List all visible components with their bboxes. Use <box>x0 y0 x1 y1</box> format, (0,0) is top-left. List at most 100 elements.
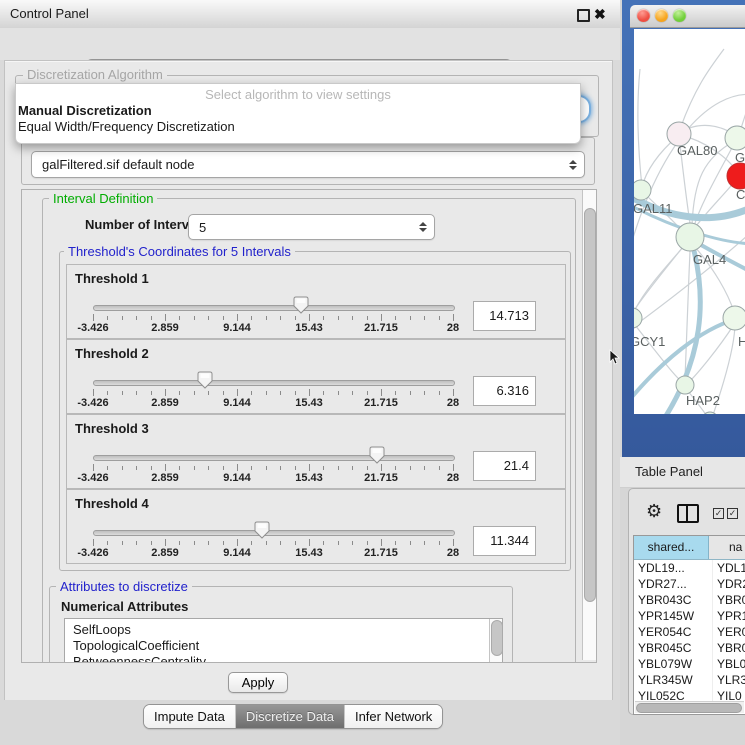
tab-impute-data[interactable]: Impute Data <box>144 705 236 728</box>
cyni-toolbox-panel: Discretization Algorithm Select algorith… <box>4 60 613 702</box>
table-panel: ⚙ ✓ ✓ shared... na YDL19...YDL1YDR27...Y… <box>628 488 745 715</box>
attributes-listbox[interactable]: SelfLoopsTopologicalCoefficientBetweenne… <box>64 618 503 663</box>
node-label-gal11: GAL11 <box>634 201 673 216</box>
gear-icon[interactable]: ⚙ <box>646 502 662 520</box>
tick-label: 21.715 <box>364 472 398 484</box>
attributes-list-scrollbar[interactable] <box>489 619 502 663</box>
network-node[interactable] <box>634 180 651 200</box>
table-header-row: shared... na <box>634 536 745 560</box>
table-row[interactable]: YBR045CYBR0 <box>634 640 745 656</box>
apply-button[interactable]: Apply <box>228 672 288 693</box>
mouse-cursor <box>609 349 621 365</box>
num-intervals-combobox[interactable]: 5 <box>188 214 435 240</box>
cell-shared-name: YDL19... <box>634 560 713 576</box>
network-node[interactable] <box>725 126 745 150</box>
threshold-label: Threshold 3 <box>75 421 149 436</box>
attribute-item-topologicalcoefficient[interactable]: TopologicalCoefficient <box>65 638 502 654</box>
table-row[interactable]: YER054CYER0 <box>634 624 745 640</box>
slider-handle[interactable] <box>293 296 309 314</box>
scrollbar-thumb[interactable] <box>584 208 596 602</box>
tick-label: 9.144 <box>223 472 251 484</box>
table-hscrollbar[interactable] <box>635 701 744 713</box>
numerical-attributes-label: Numerical Attributes <box>61 599 188 614</box>
settings-scrollbar[interactable] <box>582 190 596 660</box>
scrollbar-thumb[interactable] <box>636 703 742 713</box>
threshold-value-field[interactable]: 21.4 <box>473 451 536 481</box>
algorithm-option-equal-width-frequency-discretization[interactable]: Equal Width/Frequency Discretization <box>16 119 580 135</box>
control-panel: Control Panel ✖ NetworkStyleSelectCyni T… <box>0 0 620 745</box>
network-edge[interactable] <box>679 49 724 132</box>
network-canvas[interactable]: GAL80GACGAL11GAL4GCY1HHAP2 <box>634 29 745 414</box>
table-row[interactable]: YPR145WYPR1 <box>634 608 745 624</box>
slider-handle[interactable] <box>254 521 270 539</box>
network-edge[interactable] <box>694 179 737 229</box>
table-row[interactable]: YDL19...YDL1 <box>634 560 745 576</box>
slider-track[interactable] <box>93 530 455 536</box>
column-header-name[interactable]: na <box>709 536 745 559</box>
bottom-tab-bar: Impute Data Discretize Data Infer Network <box>143 704 443 729</box>
node-label-hap2: HAP2 <box>686 393 720 408</box>
slider-tick-labels: -3.4262.8599.14415.4321.71528 <box>93 547 453 559</box>
bottom-tabstrip: Impute Data Discretize Data Infer Network <box>0 700 620 745</box>
network-node[interactable] <box>676 376 694 394</box>
slider-handle[interactable] <box>197 371 213 389</box>
threshold-label: Threshold 4 <box>75 496 149 511</box>
network-view-window: GAL80GACGAL11GAL4GCY1HHAP2 <box>622 0 745 457</box>
scrollbar-thumb[interactable] <box>491 620 503 656</box>
table-body: YDL19...YDL1YDR27...YDR2YBR043CYBR0YPR14… <box>634 560 745 704</box>
checkbox-icon[interactable]: ✓ <box>727 508 738 519</box>
slider-handle[interactable] <box>369 446 385 464</box>
table-row[interactable]: YDR27...YDR2 <box>634 576 745 592</box>
tick-label: -3.426 <box>77 547 108 559</box>
network-node[interactable] <box>634 308 642 328</box>
threshold-value-field[interactable]: 11.344 <box>473 526 536 556</box>
threshold-box-2: Threshold 2-3.4262.8599.14415.4321.71528… <box>66 339 566 414</box>
network-edge[interactable] <box>634 245 685 314</box>
network-node[interactable] <box>723 306 745 330</box>
cell-shared-name: YDR27... <box>634 576 713 592</box>
attributes-list: SelfLoopsTopologicalCoefficientBetweenne… <box>65 619 502 663</box>
column-header-shared-name[interactable]: shared... <box>634 536 709 559</box>
tick-label: 28 <box>447 547 459 559</box>
combo-arrows-icon <box>569 160 577 170</box>
tick-label: 28 <box>447 322 459 334</box>
split-columns-icon[interactable] <box>677 504 699 523</box>
network-graph: GAL80GACGAL11GAL4GCY1HHAP2 <box>634 29 745 414</box>
slider-track[interactable] <box>93 305 455 311</box>
float-window-icon[interactable] <box>577 9 590 22</box>
slider-track[interactable] <box>93 455 455 461</box>
cell-shared-name: YER054C <box>634 624 713 640</box>
table-panel-header: Table Panel <box>620 457 745 488</box>
threshold-value-field[interactable]: 14.713 <box>473 301 536 331</box>
zoom-traffic-light[interactable] <box>673 9 686 22</box>
threshold-box-1: Threshold 1-3.4262.8599.14415.4321.71528… <box>66 264 566 339</box>
table-row[interactable]: YBL079WYBL0 <box>634 656 745 672</box>
slider-track[interactable] <box>93 380 455 386</box>
tick-label: -3.426 <box>77 472 108 484</box>
tab-discretize-data[interactable]: Discretize Data <box>236 705 345 728</box>
cell-shared-name: YBR045C <box>634 640 713 656</box>
slider-tick-labels: -3.4262.8599.14415.4321.71528 <box>93 397 453 409</box>
minimize-traffic-light[interactable] <box>655 9 668 22</box>
close-traffic-light[interactable] <box>637 9 650 22</box>
node-label-gcy1: GCY1 <box>634 334 665 349</box>
cell-name: YBL0 <box>713 656 745 672</box>
threshold-value-field[interactable]: 6.316 <box>473 376 536 406</box>
algorithm-option-manual-discretization[interactable]: Manual Discretization <box>16 103 580 119</box>
cell-shared-name: YLR345W <box>634 672 713 688</box>
tab-infer-network[interactable]: Infer Network <box>345 705 442 728</box>
network-node[interactable] <box>676 223 704 251</box>
network-edge[interactable] <box>638 69 642 187</box>
table-row[interactable]: YBR043CYBR0 <box>634 592 745 608</box>
checkbox-icon[interactable]: ✓ <box>713 508 724 519</box>
attribute-item-selfloops[interactable]: SelfLoops <box>65 622 502 638</box>
table-row[interactable]: YLR345WYLR3 <box>634 672 745 688</box>
slider-ticks <box>93 464 453 472</box>
cell-shared-name: YBL079W <box>634 656 713 672</box>
close-icon[interactable]: ✖ <box>594 5 606 23</box>
table-data-combobox[interactable]: galFiltered.sif default node <box>31 151 585 178</box>
tab-label: Discretize Data <box>246 706 334 727</box>
attribute-item-betweennesscentrality[interactable]: BetweennessCentrality <box>65 654 502 663</box>
network-node[interactable] <box>727 163 745 189</box>
threshold-box-4: Threshold 4 -3.4262.8599.14415.4321.71528… <box>66 489 566 564</box>
